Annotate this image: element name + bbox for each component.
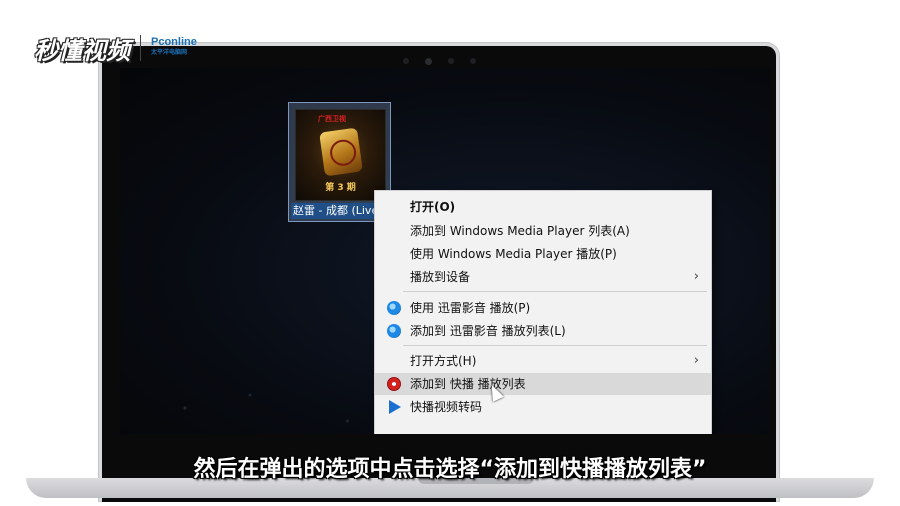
menu-item-label: 打开(O) (410, 200, 456, 214)
xunlei-icon (387, 324, 401, 338)
sensor-icon (447, 58, 454, 64)
partner-subtitle: 太平洋电脑网 (151, 50, 188, 56)
kuaibo-transcode-icon (389, 400, 401, 414)
webcam-row (102, 58, 776, 65)
menu-item-play-xunlei[interactable]: 使用 迅雷影音 播放(P) (375, 297, 711, 319)
menu-item-label: 播放到设备 (410, 270, 471, 284)
menu-item-label: 添加到 Windows Media Player 列表(A) (410, 224, 630, 238)
partner-name-text: Pconline (151, 36, 197, 48)
webcam-icon (424, 58, 432, 65)
video-subtitle: 然后在弹出的选项中点击选择“添加到快播播放列表” (193, 457, 707, 482)
menu-item-open-with[interactable]: 打开方式(H) › (375, 350, 711, 372)
brand-logo: 秒懂视频 (34, 36, 130, 65)
kuaibo-icon (387, 377, 401, 391)
menu-item-add-wmp-list[interactable]: 添加到 Windows Media Player 列表(A) (375, 220, 711, 242)
desktop-screen: 广西卫视 第 3 期 赵雷 - 成都 (Live) 打开(O) 添加到 Wind… (120, 68, 770, 434)
chevron-right-icon: › (693, 353, 699, 368)
show-logo-icon (319, 127, 363, 177)
menu-item-add-xunlei-list[interactable]: 添加到 迅雷影音 播放列表(L) (375, 320, 711, 342)
menu-item-cast-to-device[interactable]: 播放到设备 › (375, 266, 711, 288)
watermark: 秒懂视频 Pconline 太平洋电脑网 (34, 28, 197, 68)
partner-name: Pconline 太平洋电脑网 (151, 37, 197, 59)
watermark-divider (140, 35, 141, 61)
menu-item-label: 添加到 迅雷影音 播放列表(L) (410, 324, 566, 338)
menu-separator (403, 345, 707, 346)
menu-item-add-kuaibo-list[interactable]: 添加到 快播 播放列表 (375, 373, 711, 395)
sensor-icon (402, 58, 409, 64)
video-thumbnail: 广西卫视 第 3 期 (295, 109, 386, 201)
xunlei-icon (387, 301, 401, 315)
menu-item-kuaibo-transcode[interactable]: 快播视频转码 (375, 396, 711, 418)
context-menu: 打开(O) 添加到 Windows Media Player 列表(A) 使用 … (374, 190, 712, 434)
menu-item-label: 快播视频转码 (410, 400, 483, 414)
menu-item-label: 使用 Windows Media Player 播放(P) (410, 247, 617, 261)
menu-item-label: 打开方式(H) (410, 354, 477, 368)
menu-item-open[interactable]: 打开(O) (375, 196, 711, 218)
thumbnail-episode: 第 3 期 (325, 183, 356, 193)
menu-separator (403, 291, 707, 292)
menu-item-label: 使用 迅雷影音 播放(P) (410, 301, 531, 315)
sensor-icon (469, 58, 476, 64)
partner-logo: Pconline 太平洋电脑网 (151, 37, 197, 59)
menu-item-play-wmp[interactable]: 使用 Windows Media Player 播放(P) (375, 243, 711, 265)
menu-item-label: 添加到 快播 播放列表 (410, 377, 526, 391)
thumbnail-channel-badge: 广西卫视 (318, 115, 346, 123)
chevron-right-icon: › (693, 269, 699, 284)
